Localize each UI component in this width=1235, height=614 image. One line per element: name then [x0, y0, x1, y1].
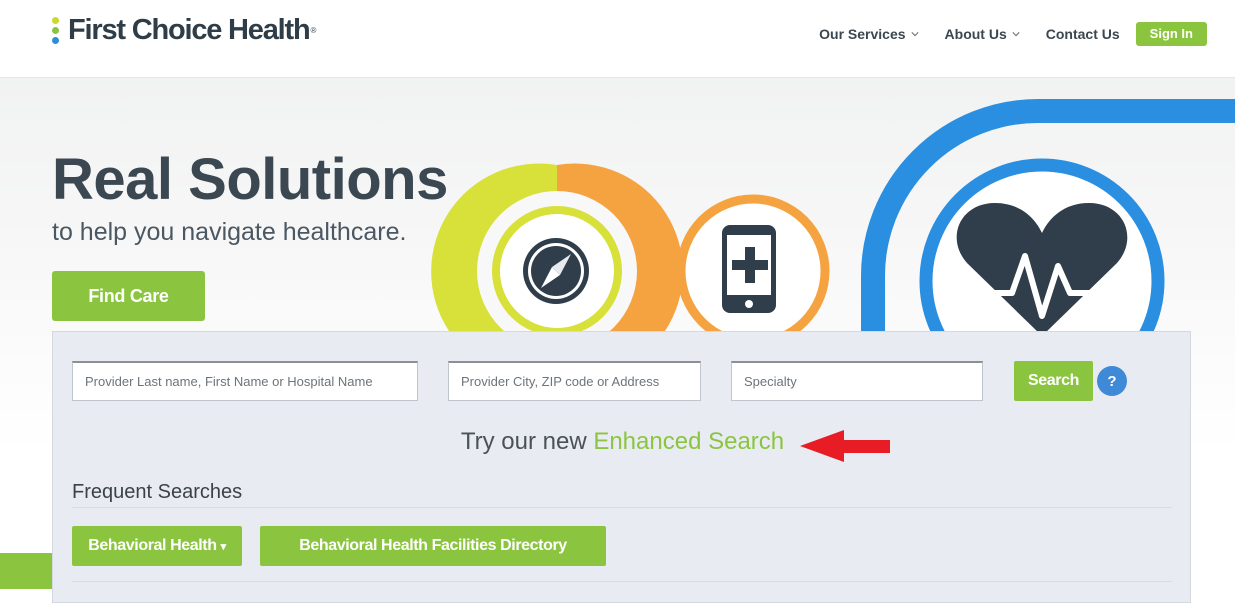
logo-dots-icon — [52, 17, 59, 44]
frequent-searches-title: Frequent Searches — [72, 481, 243, 503]
divider — [72, 581, 1172, 582]
mobile-health-icon — [722, 225, 776, 313]
provider-location-input[interactable] — [448, 361, 701, 401]
find-care-button[interactable]: Find Care — [52, 271, 205, 321]
behavioral-health-label: Behavioral Health — [88, 537, 217, 554]
chevron-down-icon — [910, 32, 919, 37]
nav-our-services[interactable]: Our Services — [819, 26, 919, 42]
brand-name: First Choice Health — [68, 14, 311, 46]
nav-about-us-label: About Us — [944, 26, 1007, 42]
help-icon[interactable]: ? — [1097, 366, 1127, 396]
divider — [72, 507, 1172, 508]
specialty-input[interactable] — [731, 361, 983, 401]
behavioral-health-facilities-label: Behavioral Health Facilities Directory — [299, 537, 567, 554]
decorative-green-strip — [0, 553, 60, 589]
nav-contact-us-label: Contact Us — [1045, 26, 1120, 42]
nav-contact-us[interactable]: Contact Us — [1046, 26, 1120, 42]
enhanced-search-link[interactable]: Enhanced Search — [593, 428, 784, 455]
behavioral-health-dropdown[interactable]: Behavioral Health ▾ — [72, 526, 242, 566]
behavioral-health-facilities-button[interactable]: Behavioral Health Facilities Directory — [260, 526, 606, 566]
provider-search-panel: Search ? Try our new Enhanced Search Fre… — [52, 331, 1191, 603]
nav-our-services-label: Our Services — [819, 26, 906, 42]
search-button[interactable]: Search — [1014, 361, 1093, 401]
site-header: First Choice Health ® Our Services About… — [0, 0, 1235, 78]
chevron-down-icon — [1012, 32, 1020, 37]
provider-name-input[interactable] — [72, 361, 418, 401]
red-arrow-icon — [800, 430, 890, 462]
nav-about-us[interactable]: About Us — [945, 26, 1020, 42]
registered-mark: ® — [310, 26, 317, 35]
hero-headline: Real Solutions — [52, 147, 448, 212]
brand-logo[interactable]: First Choice Health ® — [52, 14, 316, 47]
hero-subhead: to help you navigate healthcare. — [52, 218, 407, 246]
sign-in-button[interactable]: Sign In — [1135, 22, 1207, 46]
hero-section: Real Solutions to help you navigate heal… — [0, 78, 1235, 614]
compass-icon — [523, 238, 589, 304]
main-nav: Our Services About Us Contact Us Sign In — [793, 22, 1207, 46]
caret-down-icon: ▾ — [220, 540, 227, 553]
enhanced-search-promo: Try our new Enhanced Search — [53, 428, 1192, 456]
enhanced-search-prefix: Try our new — [460, 428, 587, 455]
